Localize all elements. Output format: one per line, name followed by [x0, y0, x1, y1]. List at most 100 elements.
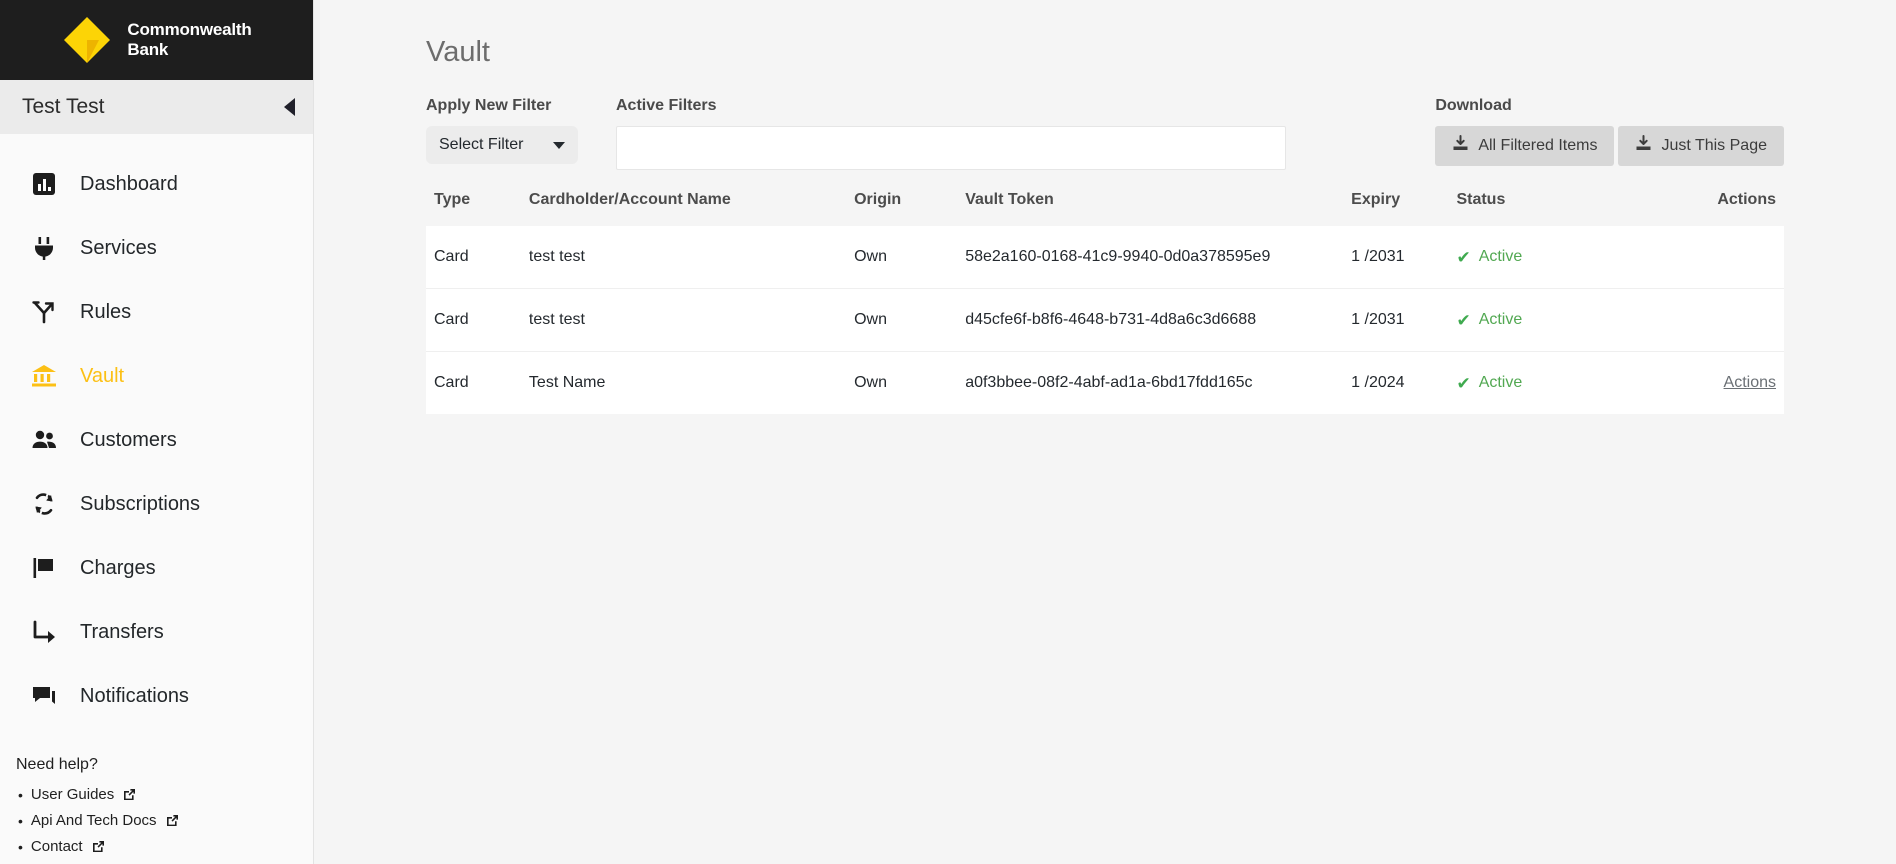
sidebar-item-label: Services [80, 237, 157, 260]
cell-cardholder-name: test test [529, 226, 854, 289]
help-title: Need help? [16, 756, 313, 774]
cell-origin: Own [854, 289, 965, 352]
sidebar-item-charges[interactable]: Charges [0, 536, 313, 600]
table-header: Type Cardholder/Account Name Origin Vaul… [426, 191, 1784, 226]
sidebar-item-label: Customers [80, 429, 177, 452]
external-link-icon [165, 813, 180, 828]
sidebar-item-dashboard[interactable]: Dashboard [0, 152, 313, 216]
user-bar: Test Test [0, 80, 313, 134]
cell-cardholder-name: Test Name [529, 352, 854, 415]
apply-filter-group: Apply New Filter Select Filter [426, 97, 616, 164]
status-badge: ✔ Active [1456, 374, 1643, 392]
brand-name: Commonwealth Bank [127, 20, 251, 60]
cell-origin: Own [854, 352, 965, 415]
download-all-filtered-button[interactable]: All Filtered Items [1435, 126, 1614, 166]
bullet-icon: • [18, 840, 23, 854]
plug-icon [30, 234, 58, 262]
vault-table-container: Type Cardholder/Account Name Origin Vaul… [426, 191, 1784, 414]
check-icon: ✔ [1456, 375, 1470, 392]
main-content: Vault Apply New Filter Select Filter Act… [314, 0, 1896, 864]
download-tray-icon [1635, 135, 1652, 157]
table-body: Card test test Own 58e2a160-0168-41c9-99… [426, 226, 1784, 414]
chat-bubbles-icon [30, 682, 58, 710]
brand-line-2: Bank [127, 40, 168, 59]
cell-vault-token: d45cfe6f-b8f6-4648-b731-4d8a6c3d6688 [965, 289, 1351, 352]
sidebar-item-transfers[interactable]: Transfers [0, 600, 313, 664]
external-link-icon [91, 839, 106, 854]
sidebar-item-services[interactable]: Services [0, 216, 313, 280]
check-icon: ✔ [1456, 249, 1470, 266]
status-label: Active [1479, 248, 1523, 266]
status-badge: ✔ Active [1456, 311, 1643, 329]
column-header-actions: Actions [1644, 191, 1784, 226]
flag-icon [30, 554, 58, 582]
sidebar-item-label: Rules [80, 301, 131, 324]
sidebar-item-rules[interactable]: Rules [0, 280, 313, 344]
cell-actions: Actions [1644, 352, 1784, 415]
help-link-user-guides[interactable]: • User Guides [18, 786, 313, 803]
sidebar-item-subscriptions[interactable]: Subscriptions [0, 472, 313, 536]
column-header-type: Type [426, 191, 529, 226]
cell-cardholder-name: test test [529, 289, 854, 352]
filter-toolbar: Apply New Filter Select Filter Active Fi… [426, 97, 1784, 169]
help-links: • User Guides • Api And Tech Docs [16, 786, 313, 855]
sidebar-item-label: Dashboard [80, 173, 178, 196]
external-link-icon [122, 787, 137, 802]
page-title: Vault [426, 36, 1896, 69]
status-badge: ✔ Active [1456, 248, 1643, 266]
row-actions-link[interactable]: Actions [1724, 374, 1776, 391]
commonwealth-bank-diamond-logo-icon [61, 14, 113, 66]
sidebar-item-label: Notifications [80, 685, 189, 708]
sidebar-item-customers[interactable]: Customers [0, 408, 313, 472]
sidebar-nav: Dashboard Services [0, 134, 313, 728]
cell-expiry: 1 /2024 [1351, 352, 1456, 415]
app-root: Commonwealth Bank Test Test Dashboard [0, 0, 1896, 864]
help-link-contact[interactable]: • Contact [18, 838, 313, 855]
select-filter-dropdown[interactable]: Select Filter [426, 126, 578, 164]
help-link-label: User Guides [31, 786, 114, 803]
bullet-icon: • [18, 814, 23, 828]
cell-vault-token: 58e2a160-0168-41c9-9940-0d0a378595e9 [965, 226, 1351, 289]
cell-type: Card [426, 289, 529, 352]
user-name: Test Test [22, 95, 284, 119]
table-row[interactable]: Card test test Own d45cfe6f-b8f6-4648-b7… [426, 289, 1784, 352]
branch-icon [30, 298, 58, 326]
people-icon [30, 426, 58, 454]
download-all-filtered-label: All Filtered Items [1478, 137, 1597, 155]
active-filters-group: Active Filters [616, 97, 1286, 170]
column-header-origin: Origin [854, 191, 965, 226]
help-link-label: Api And Tech Docs [31, 812, 157, 829]
sidebar-item-vault[interactable]: Vault [0, 344, 313, 408]
column-header-vault-token: Vault Token [965, 191, 1351, 226]
cell-expiry: 1 /2031 [1351, 289, 1456, 352]
bullet-icon: • [18, 788, 23, 802]
column-header-cardholder-name: Cardholder/Account Name [529, 191, 854, 226]
check-icon: ✔ [1456, 312, 1470, 329]
column-header-status: Status [1456, 191, 1643, 226]
download-group: Download All Filtered Items [1435, 97, 1784, 166]
table-row[interactable]: Card test test Own 58e2a160-0168-41c9-99… [426, 226, 1784, 289]
chevron-left-icon[interactable] [284, 98, 295, 116]
help-link-api-tech-docs[interactable]: • Api And Tech Docs [18, 812, 313, 829]
brand-line-1: Commonwealth [127, 20, 251, 39]
apply-filter-label: Apply New Filter [426, 97, 616, 115]
cell-type: Card [426, 226, 529, 289]
help-link-label: Contact [31, 838, 83, 855]
sidebar-item-label: Subscriptions [80, 493, 200, 516]
status-label: Active [1479, 374, 1523, 392]
active-filters-box[interactable] [616, 126, 1286, 170]
cell-origin: Own [854, 226, 965, 289]
download-just-this-page-label: Just This Page [1661, 137, 1767, 155]
cell-type: Card [426, 352, 529, 415]
status-label: Active [1479, 311, 1523, 329]
brand-header: Commonwealth Bank [0, 0, 313, 80]
table-row[interactable]: Card Test Name Own a0f3bbee-08f2-4abf-ad… [426, 352, 1784, 415]
cell-actions [1644, 226, 1784, 289]
download-tray-icon [1452, 135, 1469, 157]
download-label: Download [1435, 97, 1784, 115]
sidebar-item-label: Vault [80, 365, 124, 388]
cell-expiry: 1 /2031 [1351, 226, 1456, 289]
sidebar-item-notifications[interactable]: Notifications [0, 664, 313, 728]
download-just-this-page-button[interactable]: Just This Page [1618, 126, 1784, 166]
cell-actions [1644, 289, 1784, 352]
